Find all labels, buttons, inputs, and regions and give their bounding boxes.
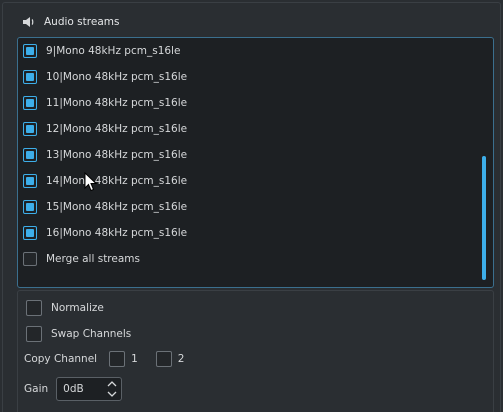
- stream-checkbox[interactable]: [23, 200, 37, 214]
- merge-all-streams-row[interactable]: Merge all streams: [23, 249, 140, 269]
- gain-row: Gain 0dB: [24, 376, 123, 402]
- stream-label: 14|Mono 48kHz pcm_s16le: [46, 175, 188, 187]
- mouse-cursor-icon: [84, 172, 98, 192]
- normalize-label: Normalize: [51, 302, 104, 314]
- stream-checkbox[interactable]: [23, 122, 37, 136]
- channel-2-checkbox[interactable]: [155, 351, 172, 367]
- stream-row[interactable]: 10|Mono 48kHz pcm_s16le: [23, 67, 187, 87]
- stream-label: 10|Mono 48kHz pcm_s16le: [46, 71, 188, 83]
- streams-list-panel: 9|Mono 48kHz pcm_s16le 10|Mono 48kHz pcm_…: [17, 37, 494, 288]
- stream-list: 9|Mono 48kHz pcm_s16le 10|Mono 48kHz pcm_…: [18, 38, 479, 287]
- merge-all-streams-checkbox[interactable]: [23, 252, 37, 266]
- stream-checkbox[interactable]: [23, 44, 37, 58]
- section-header: Audio streams: [22, 12, 119, 32]
- swap-channels-label: Swap Channels: [51, 328, 132, 340]
- channel-1-checkbox[interactable]: [109, 351, 126, 367]
- stream-checkbox[interactable]: [23, 148, 37, 162]
- stream-label: 16|Mono 48kHz pcm_s16le: [46, 227, 188, 239]
- stream-checkbox[interactable]: [23, 174, 37, 188]
- channel-2-label: 2: [177, 353, 185, 365]
- stream-label: 12|Mono 48kHz pcm_s16le: [46, 123, 188, 135]
- copy-channel-row: Copy Channel 1 2: [24, 349, 184, 369]
- stream-label: 15|Mono 48kHz pcm_s16le: [46, 201, 188, 213]
- merge-all-streams-label: Merge all streams: [46, 253, 140, 265]
- audio-streams-window: Audio streams 9|Mono 48kHz pcm_s16le 10|M…: [0, 0, 503, 412]
- chevron-down-icon[interactable]: [107, 391, 117, 398]
- stream-row[interactable]: 13|Mono 48kHz pcm_s16le: [23, 145, 187, 165]
- stream-label: 9|Mono 48kHz pcm_s16le: [46, 45, 181, 57]
- stream-label: 13|Mono 48kHz pcm_s16le: [46, 149, 188, 161]
- stream-row[interactable]: 14|Mono 48kHz pcm_s16le: [23, 171, 187, 191]
- stream-row[interactable]: 15|Mono 48kHz pcm_s16le: [23, 197, 187, 217]
- normalize-row[interactable]: Normalize: [26, 298, 104, 318]
- stream-row[interactable]: 16|Mono 48kHz pcm_s16le: [23, 223, 187, 243]
- stream-row[interactable]: 9|Mono 48kHz pcm_s16le: [23, 41, 180, 61]
- gain-spinbox[interactable]: 0dB: [56, 377, 123, 401]
- section-title: Audio streams: [44, 16, 120, 28]
- stream-checkbox[interactable]: [23, 96, 37, 110]
- swap-channels-checkbox[interactable]: [26, 326, 42, 342]
- stream-checkbox[interactable]: [23, 226, 37, 240]
- chevron-up-icon[interactable]: [107, 380, 117, 387]
- gain-label: Gain: [24, 383, 49, 395]
- normalize-checkbox[interactable]: [26, 300, 42, 316]
- stream-label: 11|Mono 48kHz pcm_s16le: [46, 97, 188, 109]
- gain-value: 0dB: [63, 383, 84, 395]
- channel-1-label: 1: [131, 353, 138, 365]
- stream-row[interactable]: 12|Mono 48kHz pcm_s16le: [23, 119, 187, 139]
- scrollbar-thumb[interactable]: [482, 156, 486, 280]
- speaker-icon: [22, 15, 36, 29]
- copy-channel-label: Copy Channel: [24, 353, 98, 365]
- stream-checkbox[interactable]: [23, 70, 37, 84]
- stream-row[interactable]: 11|Mono 48kHz pcm_s16le: [23, 93, 187, 113]
- swap-channels-row[interactable]: Swap Channels: [26, 324, 131, 344]
